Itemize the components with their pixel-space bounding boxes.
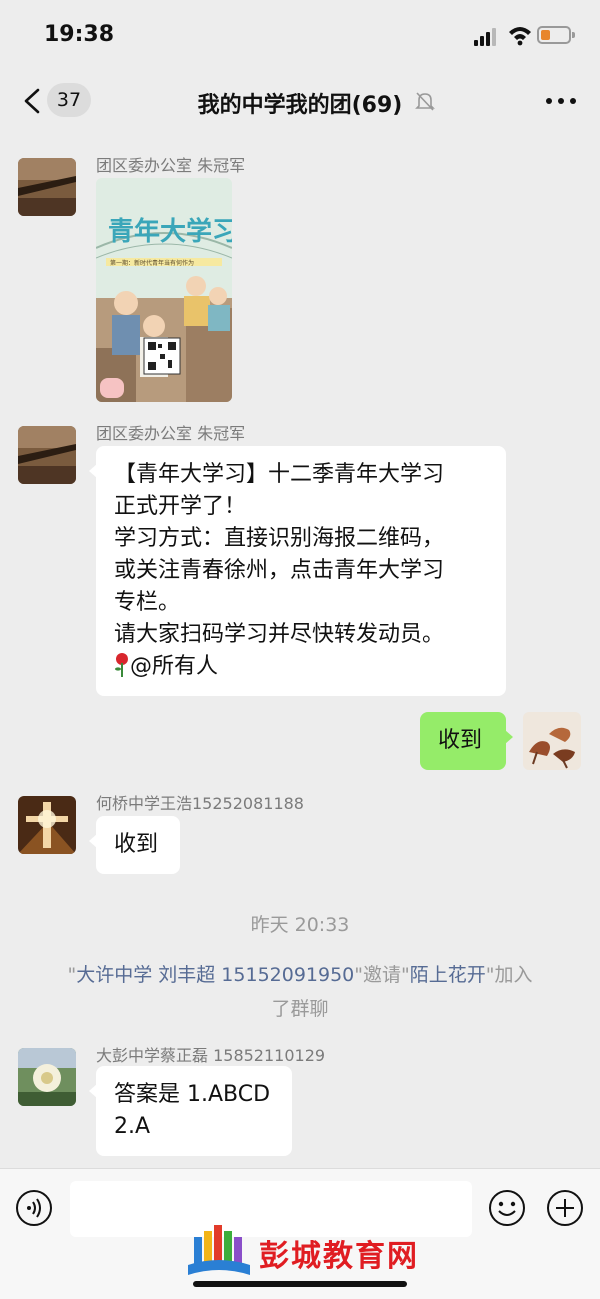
signal-icon <box>474 28 500 46</box>
invitee-link[interactable]: 陌上花开 <box>410 964 486 986</box>
system-timestamp: 昨天 20:33 <box>250 914 350 936</box>
chat-header: 37 我的中学我的团(69) <box>0 70 600 132</box>
message-line: @所有人 <box>114 651 488 683</box>
message-text: 收到 <box>438 728 483 753</box>
inviter-link[interactable]: 大许中学 刘丰超 15152091950 <box>76 964 354 986</box>
my-avatar[interactable] <box>523 712 581 770</box>
battery-icon <box>537 26 575 44</box>
rose-icon <box>115 653 128 677</box>
message-line: 或关注青春徐州，点击青年大学习 <box>114 558 445 583</box>
status-time: 19:38 <box>44 22 115 47</box>
message-line: 学习方式：直接识别海报二维码， <box>114 526 445 551</box>
emoji-icon[interactable] <box>488 1189 526 1227</box>
status-bar: 19:38 <box>0 0 600 70</box>
message-bubble[interactable]: 【青年大学习】十二季青年大学习 正式开学了！ 学习方式：直接识别海报二维码， 或… <box>89 446 506 696</box>
mute-bell-icon <box>415 92 435 111</box>
sender-name: 何桥中学王浩15252081188 <box>96 794 304 813</box>
poster-image[interactable]: 青年大学习 第一期：新时代青年当有何作为 <box>96 178 232 402</box>
message-line: 【青年大学习】十二季青年大学习 <box>114 462 445 487</box>
sender-name: 团区委办公室 朱冠军 <box>96 424 246 443</box>
home-indicator <box>193 1281 407 1287</box>
avatar[interactable] <box>18 158 76 216</box>
avatar[interactable] <box>18 1048 76 1106</box>
poster-subtitle: 第一期：新时代青年当有何作为 <box>110 259 194 267</box>
message-line: 请大家扫码学习并尽快转发动员。 <box>114 622 445 647</box>
message-bubble[interactable]: 答案是 1.ABCD 2.A <box>89 1066 292 1156</box>
chat-title: 我的中学我的团(69) <box>197 93 403 118</box>
avatar[interactable] <box>18 796 76 854</box>
system-invite-message: "大许中学 刘丰超 15152091950"邀请"陌上花开"加入 了群聊 <box>67 964 533 1020</box>
watermark: 彭城教育网 <box>186 1225 426 1283</box>
plus-icon[interactable] <box>546 1189 584 1227</box>
message-bubble-mine[interactable]: 收到 <box>420 712 513 770</box>
message-line: 2.A <box>114 1114 151 1139</box>
voice-input-icon[interactable] <box>15 1189 53 1227</box>
book-logo-icon <box>188 1225 250 1275</box>
message-bubble[interactable]: 收到 <box>89 816 180 874</box>
wifi-icon <box>509 27 531 46</box>
message-line: 正式开学了！ <box>114 494 247 519</box>
more-options-icon[interactable] <box>546 98 576 106</box>
input-bar: 彭城教育网 <box>0 1168 600 1299</box>
message-line: 答案是 1.ABCD <box>114 1082 271 1107</box>
avatar[interactable] <box>18 426 76 484</box>
watermark-text: 彭城教育网 <box>259 1239 419 1274</box>
sender-name: 大彭中学蔡正磊 15852110129 <box>96 1046 326 1065</box>
message-text: 收到 <box>114 832 159 857</box>
message-line: 专栏。 <box>114 590 181 615</box>
sender-name: 团区委办公室 朱冠军 <box>96 156 246 175</box>
poster-title: 青年大学习 <box>108 216 232 247</box>
